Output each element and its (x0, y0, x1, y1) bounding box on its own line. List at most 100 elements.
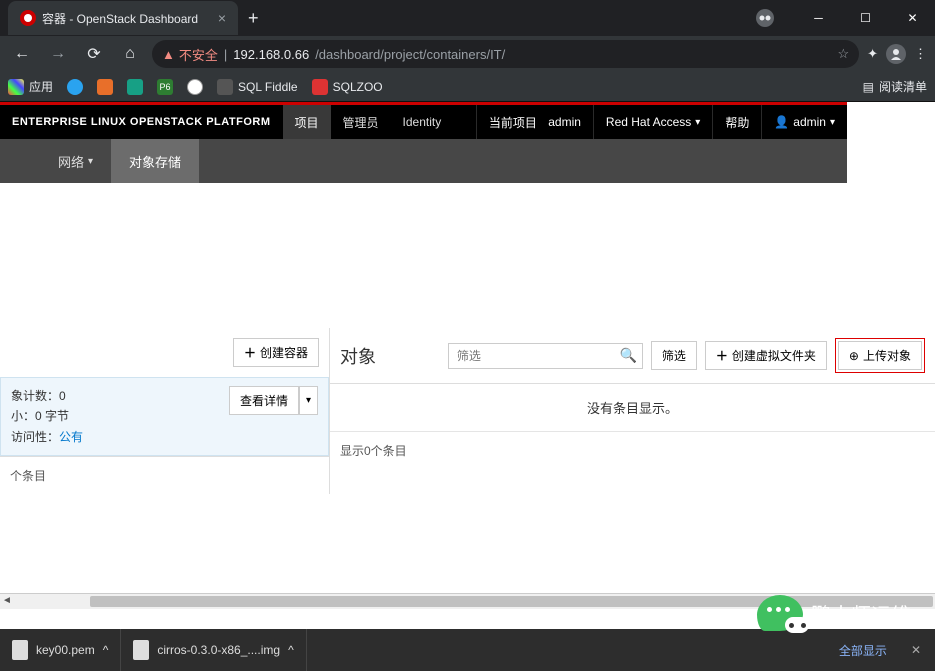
apps-grid-icon (8, 79, 24, 95)
scroll-left-icon[interactable]: ◄ (2, 595, 12, 606)
create-container-label: 创建容器 (260, 344, 308, 361)
chevron-down-icon: ▾ (695, 117, 700, 128)
bookmark-icon (67, 79, 83, 95)
object-count-value: 0 (59, 389, 66, 403)
back-button[interactable]: ← (8, 45, 36, 63)
browser-toolbar: ← → ⟳ ⌂ ▲ 不安全 | 192.168.0.66/dashboard/p… (0, 36, 935, 72)
upload-highlight-box: ⊕上传对象 (835, 338, 925, 373)
bookmark-icon (187, 79, 203, 95)
bookmark-icon (217, 79, 233, 95)
star-icon[interactable]: ☆ (837, 46, 849, 62)
chevron-up-icon[interactable]: ^ (103, 643, 109, 657)
chevron-up-icon[interactable]: ^ (288, 643, 294, 657)
bookmark-icon: P6 (157, 79, 173, 95)
current-project-value: admin (548, 115, 581, 129)
bookmark-icon (97, 79, 113, 95)
create-pseudo-folder-button[interactable]: ＋创建虚拟文件夹 (705, 341, 827, 370)
profile-avatar-icon[interactable] (886, 44, 906, 64)
address-bar[interactable]: ▲ 不安全 | 192.168.0.66/dashboard/project/c… (152, 40, 859, 68)
bookmark-item[interactable] (187, 79, 203, 95)
show-all-downloads[interactable]: 全部显示 (829, 642, 897, 659)
create-container-button[interactable]: ＋创建容器 (233, 338, 319, 367)
insecure-warning: ▲ 不安全 (162, 45, 218, 64)
platform-brand: ENTERPRISE LINUX OPENSTACK PLATFORM (0, 116, 283, 128)
reload-button[interactable]: ⟳ (80, 44, 108, 64)
chevron-down-icon: ▾ (88, 156, 93, 167)
user-icon: 👤 (774, 115, 789, 129)
nav-project[interactable]: 项目 (283, 105, 331, 139)
view-details-button[interactable]: 查看详情 (229, 386, 299, 415)
bookmark-sqlfiddle[interactable]: SQL Fiddle (217, 79, 298, 95)
upload-object-button[interactable]: ⊕上传对象 (838, 341, 922, 370)
toolbar-right: ✦ ⋮ (867, 44, 927, 64)
url-path: /dashboard/project/containers/IT/ (315, 47, 505, 62)
containers-panel: ＋创建容器 象计数：0 小：0 字节 访问性：公有 查看详情 ▾ 个条目 对象 … (0, 328, 935, 494)
download-filename: cirros-0.3.0-x86_....img (157, 643, 280, 657)
file-icon (12, 640, 28, 660)
apps-shortcut[interactable]: 应用 (8, 78, 53, 95)
filter-input[interactable] (448, 343, 643, 369)
apps-label: 应用 (29, 78, 53, 95)
bookmark-label: SQLZOO (333, 80, 383, 94)
search-icon[interactable]: 🔍 (619, 347, 636, 364)
redhat-access-menu[interactable]: Red Hat Access ▾ (593, 105, 712, 139)
bookmark-item[interactable] (97, 79, 113, 95)
chevron-down-icon: ▾ (830, 117, 835, 128)
bookmark-item[interactable] (127, 79, 143, 95)
wechat-bubble-icon (757, 595, 803, 631)
subnav-network[interactable]: 网络▾ (40, 139, 111, 183)
top-nav: ENTERPRISE LINUX OPENSTACK PLATFORM 项目 管… (0, 105, 847, 139)
filter-wrapper: 🔍 (448, 343, 643, 369)
size-label: 小 (11, 409, 23, 423)
user-label: admin (793, 115, 826, 129)
access-label: 访问性 (11, 430, 47, 444)
maximize-button[interactable]: ☐ (843, 3, 888, 33)
objects-panel: 对象 🔍 筛选 ＋创建虚拟文件夹 ⊕上传对象 没有条目显示。 显示0个条目 (330, 328, 935, 494)
close-window-button[interactable]: ✕ (890, 3, 935, 33)
container-info-box: 象计数：0 小：0 字节 访问性：公有 查看详情 ▾ (0, 377, 329, 456)
menu-icon[interactable]: ⋮ (914, 46, 927, 62)
nav-admin[interactable]: 管理员 (331, 105, 391, 139)
filter-button[interactable]: 筛选 (651, 341, 697, 370)
bookmark-icon (127, 79, 143, 95)
download-filename: key00.pem (36, 643, 95, 657)
subnav-object-storage[interactable]: 对象存储 (111, 139, 199, 183)
view-details-label: 查看详情 (240, 392, 288, 409)
insecure-label: 不安全 (179, 45, 218, 64)
watermark: 鹏大师运维 (757, 595, 911, 631)
warning-icon: ▲ (162, 47, 175, 62)
forward-button[interactable]: → (44, 45, 72, 63)
bookmark-item[interactable]: P6 (157, 79, 173, 95)
chevron-down-icon: ▾ (306, 395, 311, 406)
access-value[interactable]: 公有 (59, 430, 83, 444)
close-tab-icon[interactable]: × (218, 10, 226, 26)
home-button[interactable]: ⌂ (116, 45, 144, 63)
bookmarks-bar: 应用 P6 SQL Fiddle SQLZOO ▤阅读清单 (0, 72, 935, 102)
redhat-favicon-icon (20, 10, 36, 26)
url-host: 192.168.0.66 (233, 47, 309, 62)
new-tab-button[interactable]: + (238, 8, 269, 29)
minimize-button[interactable]: ─ (796, 3, 841, 33)
bookmark-icon (312, 79, 328, 95)
objects-title: 对象 (340, 343, 376, 369)
reading-list-button[interactable]: ▤阅读清单 (863, 78, 927, 95)
user-menu[interactable]: 👤 admin ▾ (761, 105, 847, 139)
plus-icon: ＋ (716, 347, 728, 364)
top-nav-right: 当前项目 admin Red Hat Access▾ 帮助 👤admin▾ (476, 105, 847, 139)
download-item[interactable]: cirros-0.3.0-x86_....img ^ (121, 629, 306, 671)
download-item[interactable]: key00.pem ^ (0, 629, 121, 671)
redhat-access-label: Red Hat Access (606, 115, 691, 129)
help-link[interactable]: 帮助 (712, 105, 761, 139)
view-details-dropdown[interactable]: ▾ (299, 386, 318, 415)
bookmark-item[interactable] (67, 79, 83, 95)
containers-footer: 个条目 (0, 456, 329, 494)
bookmark-sqlzoo[interactable]: SQLZOO (312, 79, 383, 95)
watermark-text: 鹏大师运维 (811, 599, 911, 628)
objects-header: 对象 🔍 筛选 ＋创建虚拟文件夹 ⊕上传对象 (330, 328, 935, 383)
nav-identity[interactable]: Identity (391, 105, 454, 139)
content-spacer (0, 183, 847, 323)
browser-tab[interactable]: 容器 - OpenStack Dashboard × (8, 1, 238, 35)
plus-icon: ＋ (244, 344, 256, 361)
extensions-icon[interactable]: ✦ (867, 46, 878, 62)
close-shelf-button[interactable]: ✕ (897, 643, 935, 657)
